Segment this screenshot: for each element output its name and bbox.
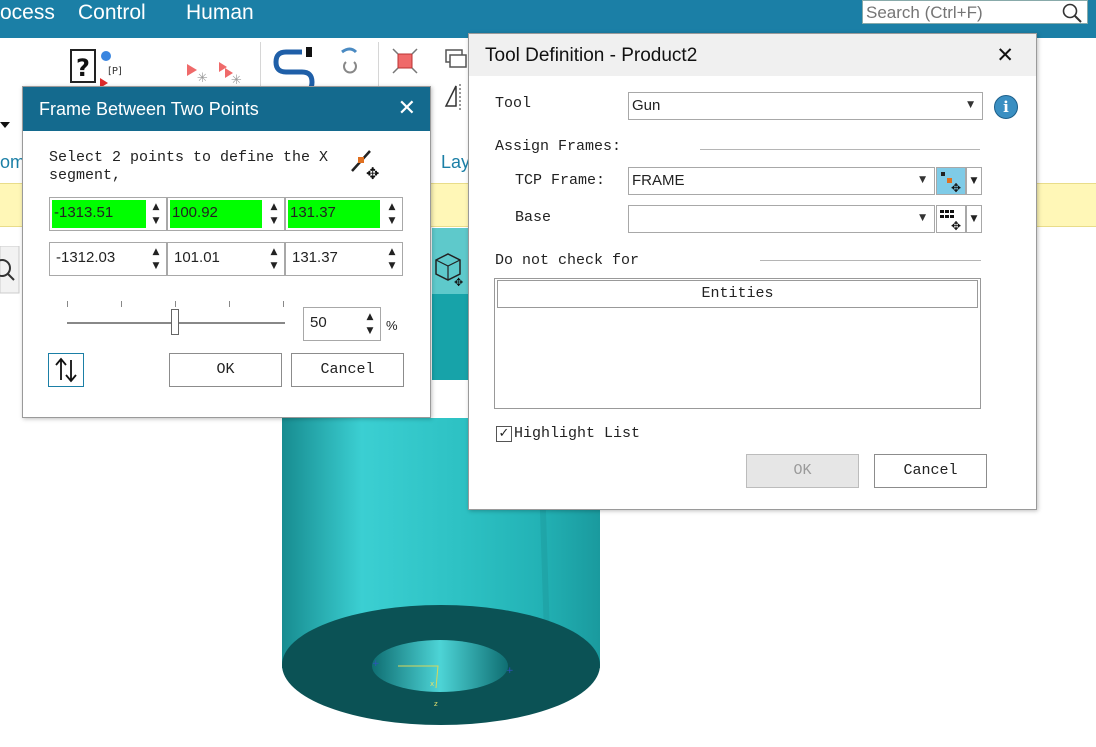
frame-between-two-points-dialog: Frame Between Two Points ✕ Select 2 poin… [22,86,431,418]
search-input[interactable] [866,3,1056,23]
window-icon[interactable] [442,46,470,74]
info-icon[interactable]: i [994,95,1018,119]
section-divider [700,149,980,150]
ratio-unit: % [386,318,398,333]
cube-red-icon[interactable] [390,46,420,76]
base-combo[interactable]: ▼ [628,205,935,233]
svg-text:[P]: [P] [108,66,122,77]
slider-tick [121,301,122,307]
frame-pick-icon: ✥ [941,172,961,195]
search-icon[interactable] [1061,2,1083,24]
slider-tick [229,301,230,307]
menu-process[interactable]: ocess [0,0,55,26]
frame-pick-icon[interactable]: ✥ [348,145,388,183]
dialog-title-bar[interactable]: Tool Definition - Product2 ✕ [469,34,1036,76]
ratio-field[interactable]: 50 ▲ ▼ [303,307,381,341]
svg-text:+: + [372,659,380,669]
highlight-list-checkbox[interactable]: ✓ [496,426,512,442]
chevron-down-icon[interactable]: ▼ [919,175,926,185]
spinner-arrows[interactable]: ▲ ▼ [362,310,378,338]
ratio-slider-thumb[interactable] [171,309,179,335]
entities-list[interactable]: Entities [494,278,981,409]
svg-text:✥: ✥ [951,219,961,232]
tcp-frame-pick-dropdown[interactable]: ▼ [966,167,982,195]
search-box[interactable] [862,0,1088,24]
slider-tick [283,301,284,307]
ribbon-label-layout[interactable]: Lay [441,152,470,173]
svg-text:x: x [430,680,434,688]
zoom-icon[interactable] [0,246,20,294]
refresh-icon[interactable] [336,46,362,76]
close-icon[interactable]: ✕ [398,96,416,121]
menu-control[interactable]: Control [78,0,146,26]
chevron-down-icon[interactable]: ▼ [919,213,926,223]
svg-text:✥: ✥ [454,276,463,289]
point2-y-field[interactable]: 101.01 ▲ ▼ [167,242,285,276]
section-divider [760,260,981,261]
ok-button[interactable]: OK [169,353,282,387]
swap-arrows-icon [55,357,77,383]
dialog-title: Frame Between Two Points [39,99,259,119]
dialog-title: Tool Definition - Product2 [485,45,698,66]
dialog-title-bar[interactable]: Frame Between Two Points ✕ [23,87,430,131]
chevron-down-icon[interactable] [0,120,12,132]
point2-z-field[interactable]: 131.37 ▲ ▼ [285,242,403,276]
cancel-button[interactable]: Cancel [874,454,987,488]
compass-cube-icon[interactable]: ✥ [432,228,468,294]
close-icon[interactable]: ✕ [996,43,1014,67]
tcp-frame-pick-button[interactable]: ✥ [936,167,966,195]
chevron-down-icon[interactable]: ▼ [967,100,974,110]
base-pick-dropdown[interactable]: ▼ [966,205,982,233]
base-pick-button[interactable]: ✥ [936,205,966,233]
point1-y-field[interactable]: 100.92 ▲ ▼ [167,197,285,231]
tcp-frame-label: TCP Frame: [515,172,606,189]
spinner-arrows[interactable]: ▲ ▼ [266,245,282,273]
tool-combo[interactable]: Gun ▼ [628,92,983,120]
instruction-text: Select 2 points to define the X segment, [49,149,329,183]
point1-z-field[interactable]: 131.37 ▲ ▼ [285,197,403,231]
spinner-arrows[interactable]: ▲ ▼ [148,245,164,273]
spinner-arrows[interactable]: ▲ ▼ [384,200,400,228]
tcp-frame-combo[interactable]: FRAME ▼ [628,167,935,195]
help-icon[interactable]: ? [P] [70,48,128,90]
tool-label: Tool [495,95,532,112]
swap-direction-button[interactable] [48,353,84,387]
compass-panel[interactable]: ✥ [432,228,468,294]
ok-button[interactable]: OK [746,454,859,488]
svg-text:?: ? [76,54,90,82]
menu-human[interactable]: Human [186,0,254,26]
entities-column-header[interactable]: Entities [497,280,978,308]
svg-text:z: z [434,700,438,708]
spinner-arrows[interactable]: ▲ ▼ [266,200,282,228]
do-not-check-label: Do not check for [495,252,640,269]
base-label: Base [515,209,552,226]
slider-tick [175,301,176,307]
svg-text:+: + [506,666,514,676]
point1-x-field[interactable]: -1313.51 ▲ ▼ [49,197,167,231]
assign-frames-label: Assign Frames: [495,138,622,155]
svg-text:✥: ✥ [951,181,961,194]
slider-tick [67,301,68,307]
cancel-button[interactable]: Cancel [291,353,404,387]
spinner-arrows[interactable]: ▲ ▼ [148,200,164,228]
svg-text:✳: ✳ [197,71,208,86]
svg-text:✥: ✥ [366,164,379,183]
point2-x-field[interactable]: -1312.03 ▲ ▼ [49,242,167,276]
spark-icon[interactable]: ✳ ✳ [185,60,247,86]
highlight-list-label[interactable]: Highlight List [514,425,640,442]
spinner-arrows[interactable]: ▲ ▼ [384,245,400,273]
list-pick-icon: ✥ [940,210,961,233]
tool-definition-dialog: Tool Definition - Product2 ✕ Tool Gun ▼ … [468,33,1037,510]
svg-text:✳: ✳ [231,73,242,86]
